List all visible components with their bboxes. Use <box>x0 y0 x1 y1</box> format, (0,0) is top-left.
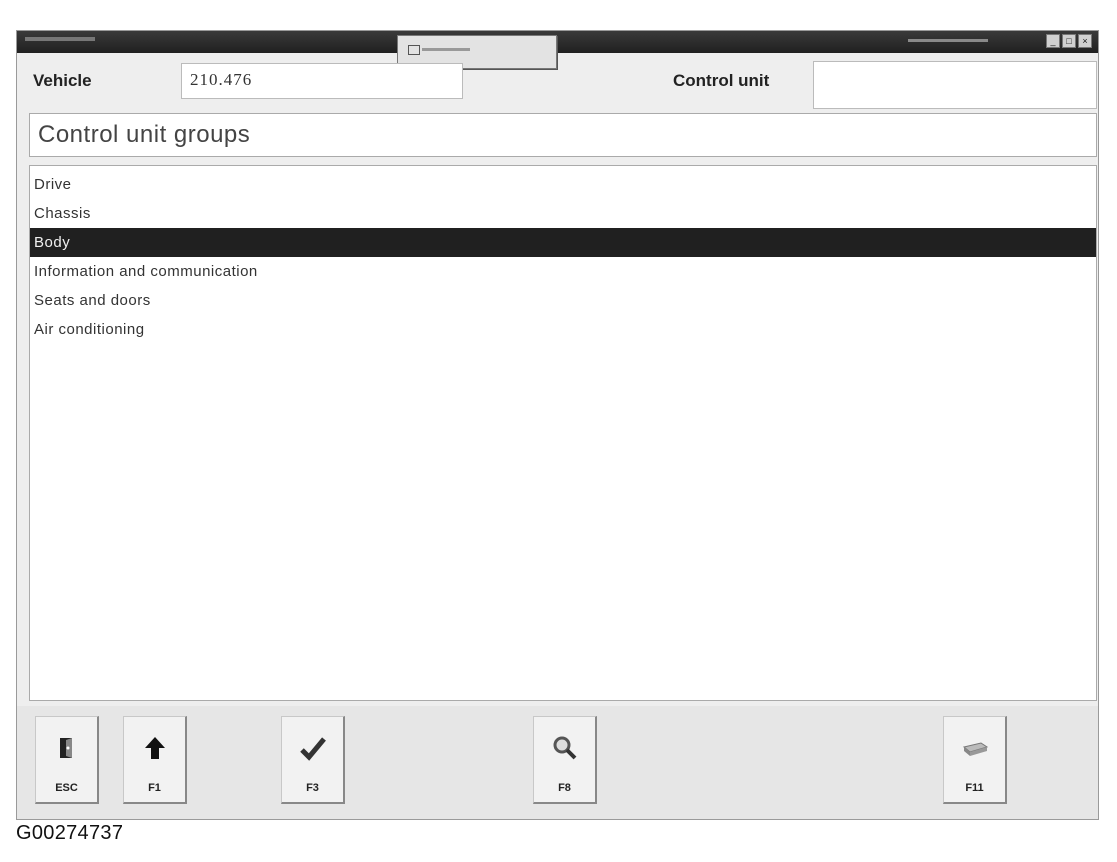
magnifier-icon <box>534 735 595 765</box>
window-icon <box>408 45 420 55</box>
f8-button[interactable]: F8 <box>533 716 597 804</box>
f8-key-label: F8 <box>558 782 571 794</box>
control-unit-field[interactable] <box>813 61 1097 109</box>
application-window: _ □ × Vehicle 210.476 Control unit Contr… <box>16 30 1099 820</box>
list-item[interactable]: Drive <box>30 170 1096 199</box>
figure-code-caption: G00274737 <box>16 822 124 844</box>
close-icon[interactable]: × <box>1078 34 1092 48</box>
vehicle-label: Vehicle <box>33 71 92 90</box>
popup-title <box>422 48 470 51</box>
f3-key-label: F3 <box>306 782 319 794</box>
f1-key-label: F1 <box>148 782 161 794</box>
f11-button[interactable]: F11 <box>943 716 1007 804</box>
arrow-up-icon <box>124 735 185 765</box>
maximize-icon[interactable]: □ <box>1062 34 1076 48</box>
list-item-selected[interactable]: Body <box>30 228 1096 257</box>
list-item[interactable]: Chassis <box>30 199 1096 228</box>
esc-button[interactable]: ESC <box>35 716 99 804</box>
f3-button[interactable]: F3 <box>281 716 345 804</box>
f1-button[interactable]: F1 <box>123 716 187 804</box>
checkmark-icon <box>282 735 343 765</box>
list-item[interactable]: Air conditioning <box>30 315 1096 344</box>
control-unit-group-list[interactable]: Drive Chassis Body Information and commu… <box>29 165 1097 701</box>
list-item[interactable]: Information and communication <box>30 257 1096 286</box>
control-unit-groups-header: Control unit groups <box>29 113 1097 157</box>
printer-icon <box>944 735 1005 765</box>
title-text <box>25 37 95 41</box>
minimize-icon[interactable]: _ <box>1046 34 1060 48</box>
vehicle-field[interactable]: 210.476 <box>181 63 463 99</box>
list-item[interactable]: Seats and doors <box>30 286 1096 315</box>
title-bar-status <box>908 39 988 42</box>
function-key-toolbar: ESC F1 F3 F8 F11 <box>17 706 1098 819</box>
exit-door-icon <box>36 735 97 765</box>
esc-key-label: ESC <box>55 782 78 794</box>
f11-key-label: F11 <box>965 782 984 794</box>
window-controls: _ □ × <box>1046 34 1092 48</box>
title-bar: _ □ × <box>17 31 1098 53</box>
control-unit-label: Control unit <box>673 71 770 90</box>
